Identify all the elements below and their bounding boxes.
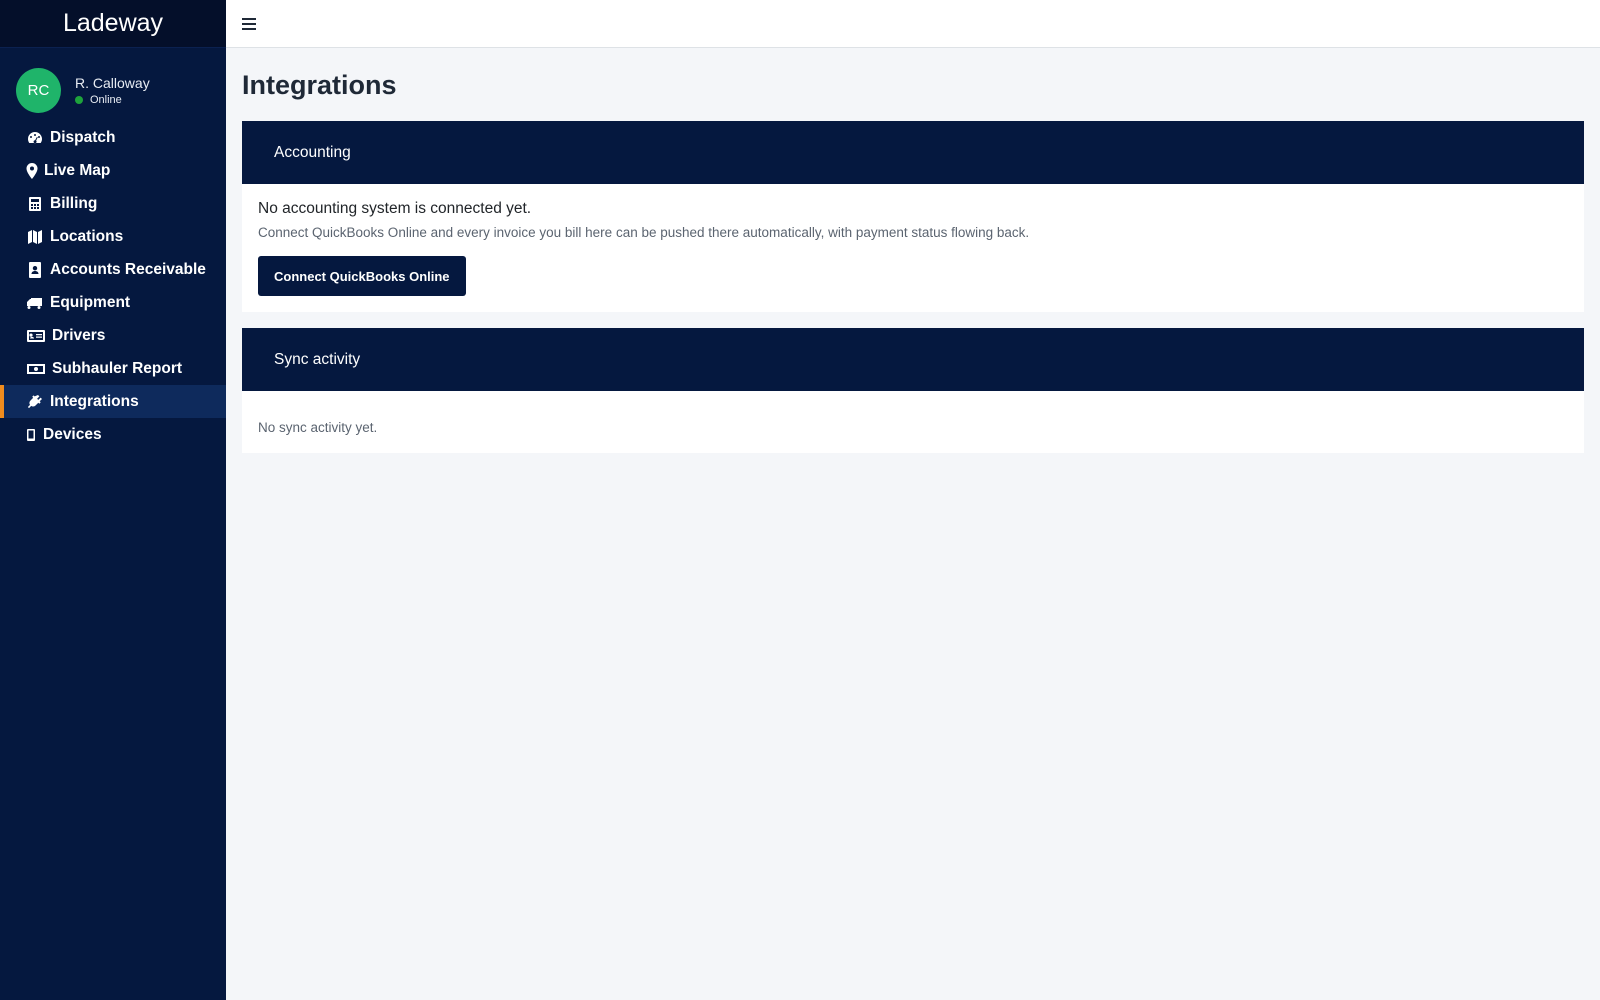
top-navbar [226,0,1600,48]
sidebar-item-drivers[interactable]: Drivers [0,319,226,352]
contact-book-icon [26,261,44,279]
sidebar-item-label: Devices [43,425,102,443]
sidebar-item-label: Equipment [50,293,131,311]
sidebar-item-label: Integrations [50,392,139,410]
calculator-icon [26,195,44,213]
id-card-icon [26,327,46,345]
dashboard-icon [26,129,44,147]
accounting-card-header: Accounting [242,121,1584,184]
sidebar-item-integrations[interactable]: Integrations [0,385,226,418]
sidebar: Ladeway RC R. Calloway Online Dispatch L… [0,0,226,1000]
truck-icon [26,294,44,312]
connect-quickbooks-button[interactable]: Connect QuickBooks Online [258,256,466,296]
sidebar-item-live-map[interactable]: Live Map [0,154,226,187]
accounting-card: Accounting No accounting system is conne… [242,121,1584,312]
menu-toggle-icon[interactable] [242,15,260,33]
sidebar-item-accounts-receivable[interactable]: Accounts Receivable [0,253,226,286]
user-status-text: Online [90,94,122,106]
sidebar-item-label: Dispatch [50,128,116,146]
page-title: Integrations [242,70,397,100]
sync-activity-card-body: No sync activity yet. [242,391,1584,453]
user-info: R. Calloway Online [75,75,150,106]
accounting-card-body: No accounting system is connected yet. C… [242,184,1584,312]
sidebar-item-devices[interactable]: Devices [0,418,226,451]
avatar[interactable]: RC [16,68,61,113]
map-icon [26,228,44,246]
sidebar-item-billing[interactable]: Billing [0,187,226,220]
sync-activity-card: Sync activity No sync activity yet. [242,328,1584,453]
sidebar-item-label: Billing [50,194,98,212]
sync-activity-card-header: Sync activity [242,328,1584,391]
user-panel: RC R. Calloway Online [0,48,226,119]
sidebar-item-label: Subhauler Report [52,359,183,377]
accounting-status-text: No accounting system is connected yet. [258,200,532,217]
sidebar-item-label: Live Map [44,161,111,179]
main-content: Integrations Accounting No accounting sy… [226,48,1600,1000]
sidebar-item-label: Accounts Receivable [50,260,206,278]
mobile-icon [26,426,36,444]
money-bill-icon [26,360,46,378]
user-name[interactable]: R. Calloway [75,75,150,91]
brand-logo[interactable]: Ladeway [0,0,226,48]
accounting-description: Connect QuickBooks Online and every invo… [258,225,1030,240]
sidebar-item-equipment[interactable]: Equipment [0,286,226,319]
sidebar-item-label: Drivers [52,326,106,344]
map-marker-icon [26,162,38,180]
plug-icon [26,393,44,411]
sidebar-nav: Dispatch Live Map Billing Locations Acco… [0,121,226,451]
sidebar-item-locations[interactable]: Locations [0,220,226,253]
sidebar-item-label: Locations [50,227,124,245]
user-status: Online [75,94,150,106]
online-status-icon [75,96,83,104]
sidebar-item-subhauler-report[interactable]: Subhauler Report [0,352,226,385]
sync-empty-text: No sync activity yet. [258,420,378,435]
sidebar-item-dispatch[interactable]: Dispatch [0,121,226,154]
